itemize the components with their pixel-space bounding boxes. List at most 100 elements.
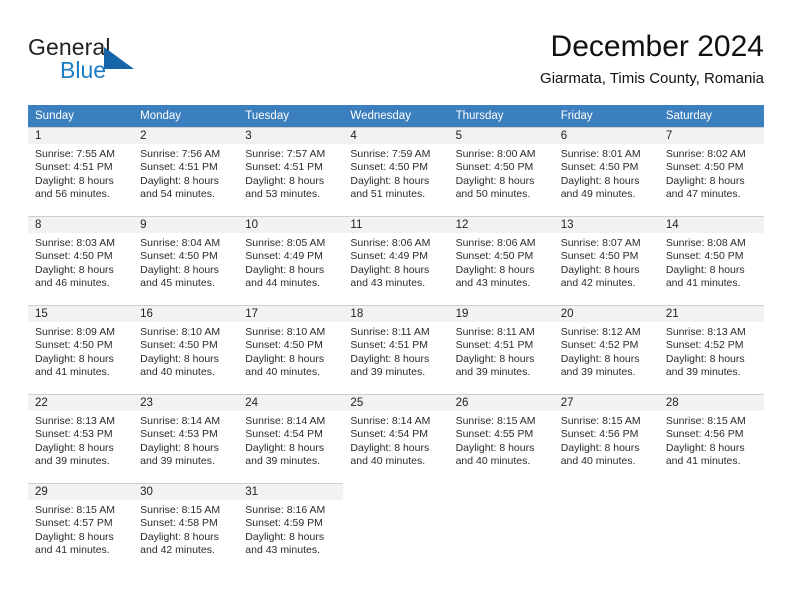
- sunrise-text: Sunrise: 8:05 AM: [245, 237, 326, 249]
- daylight-text-line1: Daylight: 8 hours: [140, 263, 219, 276]
- sunset-text: Sunset: 4:54 PM: [245, 428, 323, 441]
- day-details: Sunrise: 8:12 AM Sunset: 4:52 PM Daylight:…: [554, 322, 659, 380]
- calendar-day-cell[interactable]: 8 Sunrise: 8:03 AM Sunset: 4:50 PM Daylight…: [28, 216, 134, 305]
- daylight-text-line2: and 41 minutes.: [665, 455, 741, 468]
- day-number: 4: [343, 128, 449, 144]
- calendar-page: General Blue December 2024 Giarmata, Tim…: [0, 0, 792, 612]
- daylight-text-line2: and 43 minutes.: [455, 277, 531, 290]
- day-number: 29: [28, 484, 134, 500]
- sunrise-text: Sunrise: 8:08 AM: [665, 237, 746, 249]
- day-details: Sunrise: 8:15 AM Sunset: 4:58 PM Daylight:…: [133, 500, 238, 558]
- calendar-day-cell[interactable]: 24 Sunrise: 8:14 AM Sunset: 4:54 PM Dayligh…: [238, 394, 344, 483]
- day-number: 7: [658, 128, 764, 144]
- day-details: Sunrise: 8:10 AM Sunset: 4:50 PM Daylight:…: [238, 322, 343, 380]
- calendar-day-cell-empty: [343, 483, 449, 572]
- calendar-day-cell[interactable]: 31 Sunrise: 8:16 AM Sunset: 4:59 PM Dayligh…: [238, 483, 344, 572]
- sunrise-text: Sunrise: 7:56 AM: [140, 148, 221, 160]
- brand-logo[interactable]: General Blue: [28, 34, 208, 92]
- daylight-text-line1: Daylight: 8 hours: [665, 174, 745, 187]
- daylight-text-line1: Daylight: 8 hours: [245, 441, 325, 454]
- calendar-day-cell[interactable]: 19 Sunrise: 8:11 AM Sunset: 4:51 PM Dayligh…: [448, 305, 554, 394]
- day-details: Sunrise: 8:05 AM Sunset: 4:49 PM Daylight:…: [238, 233, 343, 291]
- calendar-day-cell[interactable]: 28 Sunrise: 8:15 AM Sunset: 4:56 PM Dayligh…: [658, 394, 764, 483]
- calendar-day-cell[interactable]: 26 Sunrise: 8:15 AM Sunset: 4:55 PM Dayligh…: [448, 394, 554, 483]
- sunrise-text: Sunrise: 8:15 AM: [455, 415, 536, 427]
- daylight-text-line1: Daylight: 8 hours: [140, 441, 219, 454]
- daylight-text-line2: and 54 minutes.: [140, 188, 215, 201]
- calendar-day-cell[interactable]: 10 Sunrise: 8:05 AM Sunset: 4:49 PM Dayligh…: [238, 216, 344, 305]
- sunset-text: Sunset: 4:50 PM: [140, 250, 218, 263]
- triangle-logo-icon: [104, 47, 134, 69]
- daylight-text-line2: and 53 minutes.: [245, 188, 320, 201]
- daylight-text-line1: Daylight: 8 hours: [560, 263, 640, 276]
- day-number: 13: [553, 217, 659, 233]
- calendar-day-cell[interactable]: 12 Sunrise: 8:06 AM Sunset: 4:50 PM Dayligh…: [448, 216, 554, 305]
- daylight-text-line2: and 43 minutes.: [245, 544, 320, 557]
- calendar-day-cell[interactable]: 13 Sunrise: 8:07 AM Sunset: 4:50 PM Dayligh…: [553, 216, 659, 305]
- daylight-text-line2: and 40 minutes.: [245, 366, 320, 379]
- day-number: 23: [133, 395, 239, 411]
- day-details: Sunrise: 8:14 AM Sunset: 4:53 PM Daylight:…: [133, 411, 238, 469]
- calendar-day-cell[interactable]: 6 Sunrise: 8:01 AM Sunset: 4:50 PM Daylight…: [553, 127, 659, 216]
- calendar-day-cell[interactable]: 22 Sunrise: 8:13 AM Sunset: 4:53 PM Dayligh…: [28, 394, 134, 483]
- day-details: Sunrise: 8:02 AM Sunset: 4:50 PM Daylight:…: [659, 144, 764, 202]
- day-number: 11: [343, 217, 449, 233]
- day-number: 27: [553, 395, 659, 411]
- daylight-text-line1: Daylight: 8 hours: [245, 352, 325, 365]
- calendar-day-cell[interactable]: 18 Sunrise: 8:11 AM Sunset: 4:51 PM Dayligh…: [343, 305, 449, 394]
- day-details: Sunrise: 8:11 AM Sunset: 4:51 PM Daylight:…: [343, 322, 448, 380]
- daylight-text-line2: and 39 minutes.: [560, 366, 636, 379]
- daylight-text-line1: Daylight: 8 hours: [350, 263, 430, 276]
- day-number: 20: [553, 306, 659, 322]
- sunset-text: Sunset: 4:53 PM: [35, 428, 113, 441]
- sunrise-text: Sunrise: 8:01 AM: [560, 148, 641, 160]
- sunset-text: Sunset: 4:55 PM: [455, 428, 534, 441]
- calendar-day-cell[interactable]: 1 Sunrise: 7:55 AM Sunset: 4:51 PM Daylight…: [28, 127, 134, 216]
- day-details: Sunrise: 8:15 AM Sunset: 4:55 PM Daylight:…: [449, 411, 554, 469]
- day-number: 9: [133, 217, 239, 233]
- day-number: 28: [658, 395, 764, 411]
- sunset-text: Sunset: 4:54 PM: [350, 428, 429, 441]
- daylight-text-line2: and 39 minutes.: [455, 366, 531, 379]
- calendar-day-cell[interactable]: 4 Sunrise: 7:59 AM Sunset: 4:50 PM Daylight…: [343, 127, 449, 216]
- sunset-text: Sunset: 4:50 PM: [665, 161, 744, 174]
- calendar-day-cell[interactable]: 17 Sunrise: 8:10 AM Sunset: 4:50 PM Dayligh…: [238, 305, 344, 394]
- calendar-day-cell[interactable]: 23 Sunrise: 8:14 AM Sunset: 4:53 PM Dayligh…: [133, 394, 239, 483]
- calendar-day-cell[interactable]: 20 Sunrise: 8:12 AM Sunset: 4:52 PM Dayligh…: [553, 305, 659, 394]
- day-number: 31: [238, 484, 344, 500]
- calendar-day-cell[interactable]: 27 Sunrise: 8:15 AM Sunset: 4:56 PM Dayligh…: [553, 394, 659, 483]
- daylight-text-line1: Daylight: 8 hours: [35, 174, 114, 187]
- calendar-day-cell[interactable]: 3 Sunrise: 7:57 AM Sunset: 4:51 PM Daylight…: [238, 127, 344, 216]
- calendar-day-cell[interactable]: 15 Sunrise: 8:09 AM Sunset: 4:50 PM Dayligh…: [28, 305, 134, 394]
- daylight-text-line1: Daylight: 8 hours: [455, 174, 535, 187]
- daylight-text-line1: Daylight: 8 hours: [245, 174, 325, 187]
- daylight-text-line1: Daylight: 8 hours: [35, 530, 114, 543]
- daylight-text-line1: Daylight: 8 hours: [35, 352, 114, 365]
- calendar-day-cell[interactable]: 5 Sunrise: 8:00 AM Sunset: 4:50 PM Daylight…: [448, 127, 554, 216]
- calendar-day-cell[interactable]: 21 Sunrise: 8:13 AM Sunset: 4:52 PM Dayligh…: [658, 305, 764, 394]
- calendar-day-cell[interactable]: 25 Sunrise: 8:14 AM Sunset: 4:54 PM Dayligh…: [343, 394, 449, 483]
- calendar-week-row: 15 Sunrise: 8:09 AM Sunset: 4:50 PM Dayligh…: [28, 305, 764, 394]
- day-details: Sunrise: 8:09 AM Sunset: 4:50 PM Daylight:…: [28, 322, 133, 380]
- weekday-header-monday: Monday: [133, 105, 239, 127]
- calendar-day-cell[interactable]: 30 Sunrise: 8:15 AM Sunset: 4:58 PM Dayligh…: [133, 483, 239, 572]
- calendar-day-cell[interactable]: 14 Sunrise: 8:08 AM Sunset: 4:50 PM Dayligh…: [658, 216, 764, 305]
- daylight-text-line1: Daylight: 8 hours: [35, 441, 114, 454]
- calendar-day-cell[interactable]: 2 Sunrise: 7:56 AM Sunset: 4:51 PM Daylight…: [133, 127, 239, 216]
- day-details: Sunrise: 8:15 AM Sunset: 4:57 PM Daylight:…: [28, 500, 133, 558]
- sunrise-text: Sunrise: 8:07 AM: [560, 237, 641, 249]
- daylight-text-line2: and 45 minutes.: [140, 277, 215, 290]
- sunset-text: Sunset: 4:49 PM: [245, 250, 323, 263]
- calendar-day-cell[interactable]: 29 Sunrise: 8:15 AM Sunset: 4:57 PM Dayligh…: [28, 483, 134, 572]
- calendar-day-cell[interactable]: 11 Sunrise: 8:06 AM Sunset: 4:49 PM Dayligh…: [343, 216, 449, 305]
- sunset-text: Sunset: 4:49 PM: [350, 250, 429, 263]
- calendar-day-cell[interactable]: 7 Sunrise: 8:02 AM Sunset: 4:50 PM Daylight…: [658, 127, 764, 216]
- title-block: December 2024 Giarmata, Timis County, Ro…: [540, 28, 764, 90]
- calendar-day-cell[interactable]: 9 Sunrise: 8:04 AM Sunset: 4:50 PM Daylight…: [133, 216, 239, 305]
- calendar-day-cell[interactable]: 16 Sunrise: 8:10 AM Sunset: 4:50 PM Dayligh…: [133, 305, 239, 394]
- sunset-text: Sunset: 4:50 PM: [455, 250, 534, 263]
- brand-name-blue: Blue: [60, 57, 107, 83]
- sunrise-text: Sunrise: 8:13 AM: [35, 415, 115, 427]
- sunset-text: Sunset: 4:51 PM: [140, 161, 218, 174]
- daylight-text-line2: and 50 minutes.: [455, 188, 531, 201]
